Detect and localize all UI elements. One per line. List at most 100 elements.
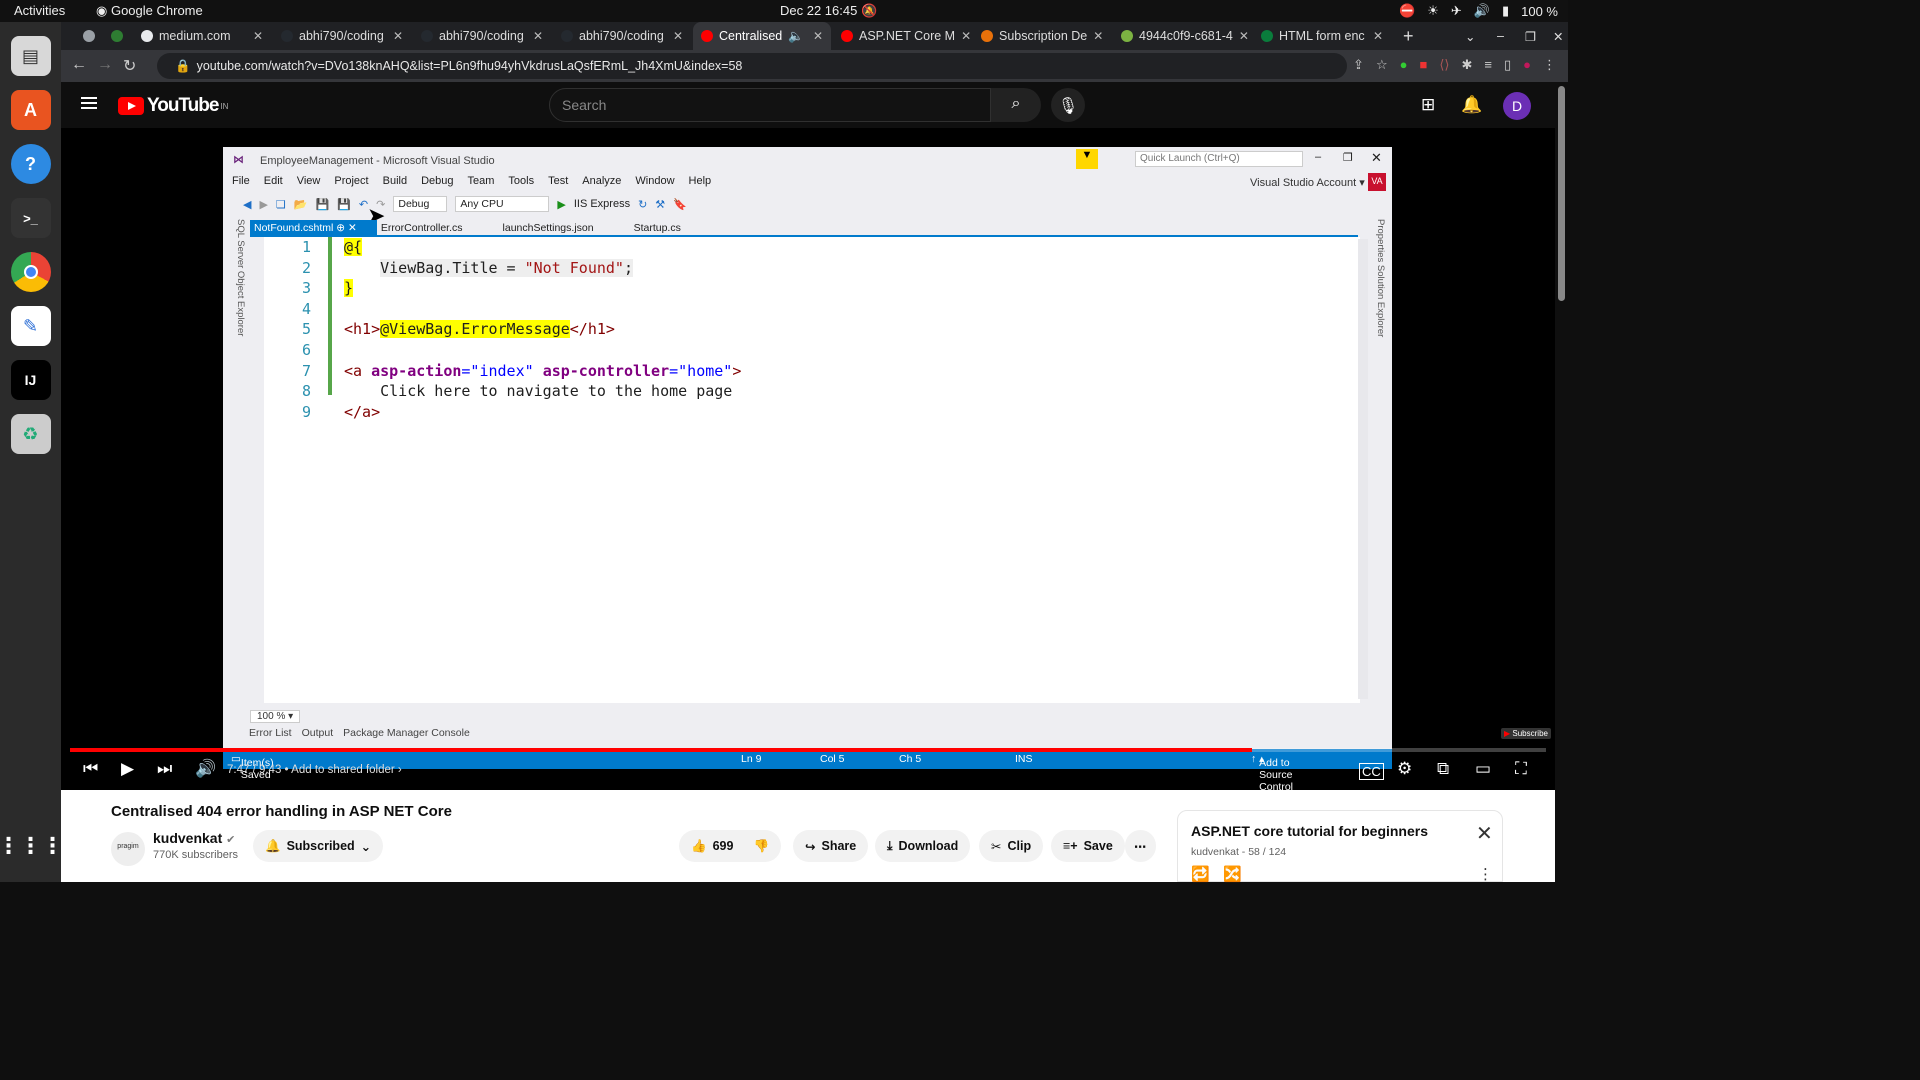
vs-menu-item: Edit xyxy=(263,175,283,187)
playlist-title[interactable]: ASP.NET core tutorial for beginners xyxy=(1191,823,1428,839)
tab-0[interactable] xyxy=(75,22,103,50)
play-icon[interactable]: ▶ xyxy=(121,759,134,779)
trash-icon[interactable]: ♻ xyxy=(10,414,51,454)
close-icon[interactable]: ✕ xyxy=(1367,29,1383,43)
search-input[interactable]: Search xyxy=(549,88,991,122)
side-panel-icon[interactable]: ▯ xyxy=(1504,57,1511,73)
previous-icon[interactable]: ⏮ xyxy=(83,759,98,779)
close-icon[interactable]: ✕ xyxy=(527,29,543,43)
fullscreen-icon[interactable]: ⛶ xyxy=(1515,759,1527,779)
next-icon[interactable]: ⏭ xyxy=(157,759,172,779)
volume-icon[interactable]: 🔊 xyxy=(195,759,216,779)
close-icon[interactable]: ✕ xyxy=(807,29,823,43)
omnibox[interactable]: 🔒 youtube.com/watch?v=DVo138knAHQ&list=PL… xyxy=(157,53,1347,79)
dock: ▤ A ? >_ ✎ IJ ♻ ⋮⋮⋮ xyxy=(0,22,64,882)
show-apps-icon[interactable]: ⋮⋮⋮ xyxy=(0,826,64,866)
channel-name[interactable]: kudvenkat ✔ xyxy=(153,830,235,846)
terminal-icon[interactable]: >_ xyxy=(10,198,51,238)
close-icon[interactable]: ✕ xyxy=(1087,29,1103,43)
channel-avatar[interactable]: pragim xyxy=(111,832,145,866)
share-button[interactable]: ↪ Share xyxy=(793,830,869,862)
clip-button[interactable]: ✂ Clip xyxy=(979,830,1044,862)
subscribed-button[interactable]: 🔔 Subscribed ⌄ xyxy=(253,830,384,862)
close-icon[interactable]: ✕ xyxy=(1476,821,1493,846)
tab-2[interactable]: medium.com ✕ xyxy=(133,22,271,50)
close-icon[interactable]: ✕ xyxy=(247,29,263,43)
intellij-icon[interactable]: IJ xyxy=(10,360,51,400)
forward-icon[interactable]: → xyxy=(97,56,113,74)
help-icon[interactable]: ? xyxy=(10,144,51,184)
captions-icon[interactable]: CC xyxy=(1359,763,1384,780)
create-video-icon[interactable]: ⊞ xyxy=(1421,95,1435,115)
chrome-menu-icon[interactable]: ⋮ xyxy=(1543,57,1556,73)
activities-button[interactable]: Activities xyxy=(14,3,65,18)
account-avatar[interactable]: D xyxy=(1503,92,1531,120)
back-icon[interactable]: ← xyxy=(71,56,87,74)
new-tab-button[interactable]: + xyxy=(1395,22,1423,50)
extension-green-icon[interactable]: ● xyxy=(1400,57,1408,73)
notifications-bell-icon[interactable]: 🔔 xyxy=(1461,95,1482,115)
tab-9[interactable]: 4944c0f9-c681-4 ✕ xyxy=(1113,22,1251,50)
clock[interactable]: Dec 22 16:45 🔕 xyxy=(780,3,877,19)
channel-name-text: kudvenkat xyxy=(153,830,223,846)
extensions-puzzle-icon[interactable]: ✱ xyxy=(1461,57,1472,73)
settings-gear-icon[interactable]: ⚙ xyxy=(1397,759,1412,779)
bookmark-star-icon[interactable]: ☆ xyxy=(1376,57,1388,73)
maximize-icon[interactable]: ❐ xyxy=(1517,22,1537,50)
window-close-icon[interactable]: ✕ xyxy=(1545,22,1565,50)
tab-6-active[interactable]: Centralised 🔈 ✕ xyxy=(693,22,831,50)
tab-1[interactable] xyxy=(103,22,131,50)
like-button[interactable]: 👍 699 👎 xyxy=(679,830,782,862)
theater-mode-icon[interactable]: ▭ xyxy=(1475,759,1491,779)
tab-8-label: Subscription De xyxy=(999,29,1088,43)
system-tray[interactable]: ⛔ ☀ ✈ 🔊 ▮ 100 % xyxy=(1399,3,1558,19)
download-button[interactable]: ⤓ Download xyxy=(875,830,971,862)
loop-icon[interactable]: 🔁 xyxy=(1191,865,1210,883)
speaker-icon[interactable]: 🔈 xyxy=(788,29,804,44)
voice-search-button[interactable]: 🎙 xyxy=(1051,88,1085,122)
reading-list-icon[interactable]: ≡ xyxy=(1484,57,1492,73)
text-editor-icon[interactable]: ✎ xyxy=(10,306,51,346)
tab-7[interactable]: ASP.NET Core M ✕ xyxy=(833,22,971,50)
tab-4[interactable]: abhi790/coding ✕ xyxy=(413,22,551,50)
vs-account-text: Visual Studio Account xyxy=(1250,177,1357,189)
more-actions-button[interactable]: ⋯ xyxy=(1125,830,1156,862)
chapter-text[interactable]: Add to shared folder xyxy=(291,764,395,776)
video-player[interactable]: ⋈ EmployeeManagement - Microsoft Visual … xyxy=(61,128,1555,793)
reload-icon[interactable]: ↻ xyxy=(123,56,136,76)
close-icon[interactable]: ✕ xyxy=(955,29,971,43)
app-menu[interactable]: ◉ Google Chrome xyxy=(96,3,203,19)
extension-red-icon[interactable]: ■ xyxy=(1419,57,1427,73)
clip-label: Clip xyxy=(1007,839,1032,853)
minimize-icon[interactable]: – xyxy=(1489,22,1509,50)
files-icon[interactable]: ▤ xyxy=(10,36,51,76)
extension-code-icon[interactable]: ⟨⟩ xyxy=(1439,57,1449,73)
close-icon[interactable]: ✕ xyxy=(667,29,683,43)
save-button[interactable]: ≡+ Save xyxy=(1051,830,1125,862)
download-label: Download xyxy=(898,839,959,853)
shuffle-icon[interactable]: 🔀 xyxy=(1223,865,1242,883)
share-icon[interactable]: ⇪ xyxy=(1353,57,1364,73)
close-icon[interactable]: ✕ xyxy=(1233,29,1249,43)
vs-menu-item: Build xyxy=(382,175,408,187)
search-button[interactable]: ⌕ xyxy=(991,88,1041,122)
progress-bar[interactable] xyxy=(70,748,1546,752)
close-icon[interactable]: ✕ xyxy=(387,29,403,43)
miniplayer-icon[interactable]: ⧉ xyxy=(1437,759,1449,779)
youtube-logo[interactable]: YouTube IN xyxy=(118,95,228,117)
scrollbar-thumb[interactable] xyxy=(1558,86,1565,301)
hamburger-menu-icon[interactable] xyxy=(81,97,97,109)
volume-icon: 🔊 xyxy=(1473,3,1490,18)
tab-8[interactable]: Subscription De ✕ xyxy=(973,22,1111,50)
page-scrollbar[interactable] xyxy=(1555,82,1568,882)
thumbs-down-icon[interactable]: 👎 xyxy=(753,839,769,854)
tab-3[interactable]: abhi790/coding ✕ xyxy=(273,22,411,50)
subscribe-watermark[interactable]: ▶ Subscribe xyxy=(1501,728,1551,739)
tab-search-icon[interactable]: ⌄ xyxy=(1457,22,1477,50)
tab-5[interactable]: abhi790/coding ✕ xyxy=(553,22,691,50)
app-center-icon[interactable]: A xyxy=(10,90,51,130)
profile-avatar-icon[interactable]: ● xyxy=(1523,57,1531,73)
playlist-more-icon[interactable]: ⋮ xyxy=(1478,865,1493,883)
chrome-icon[interactable] xyxy=(10,252,51,292)
tab-10[interactable]: HTML form enc ✕ xyxy=(1253,22,1391,50)
